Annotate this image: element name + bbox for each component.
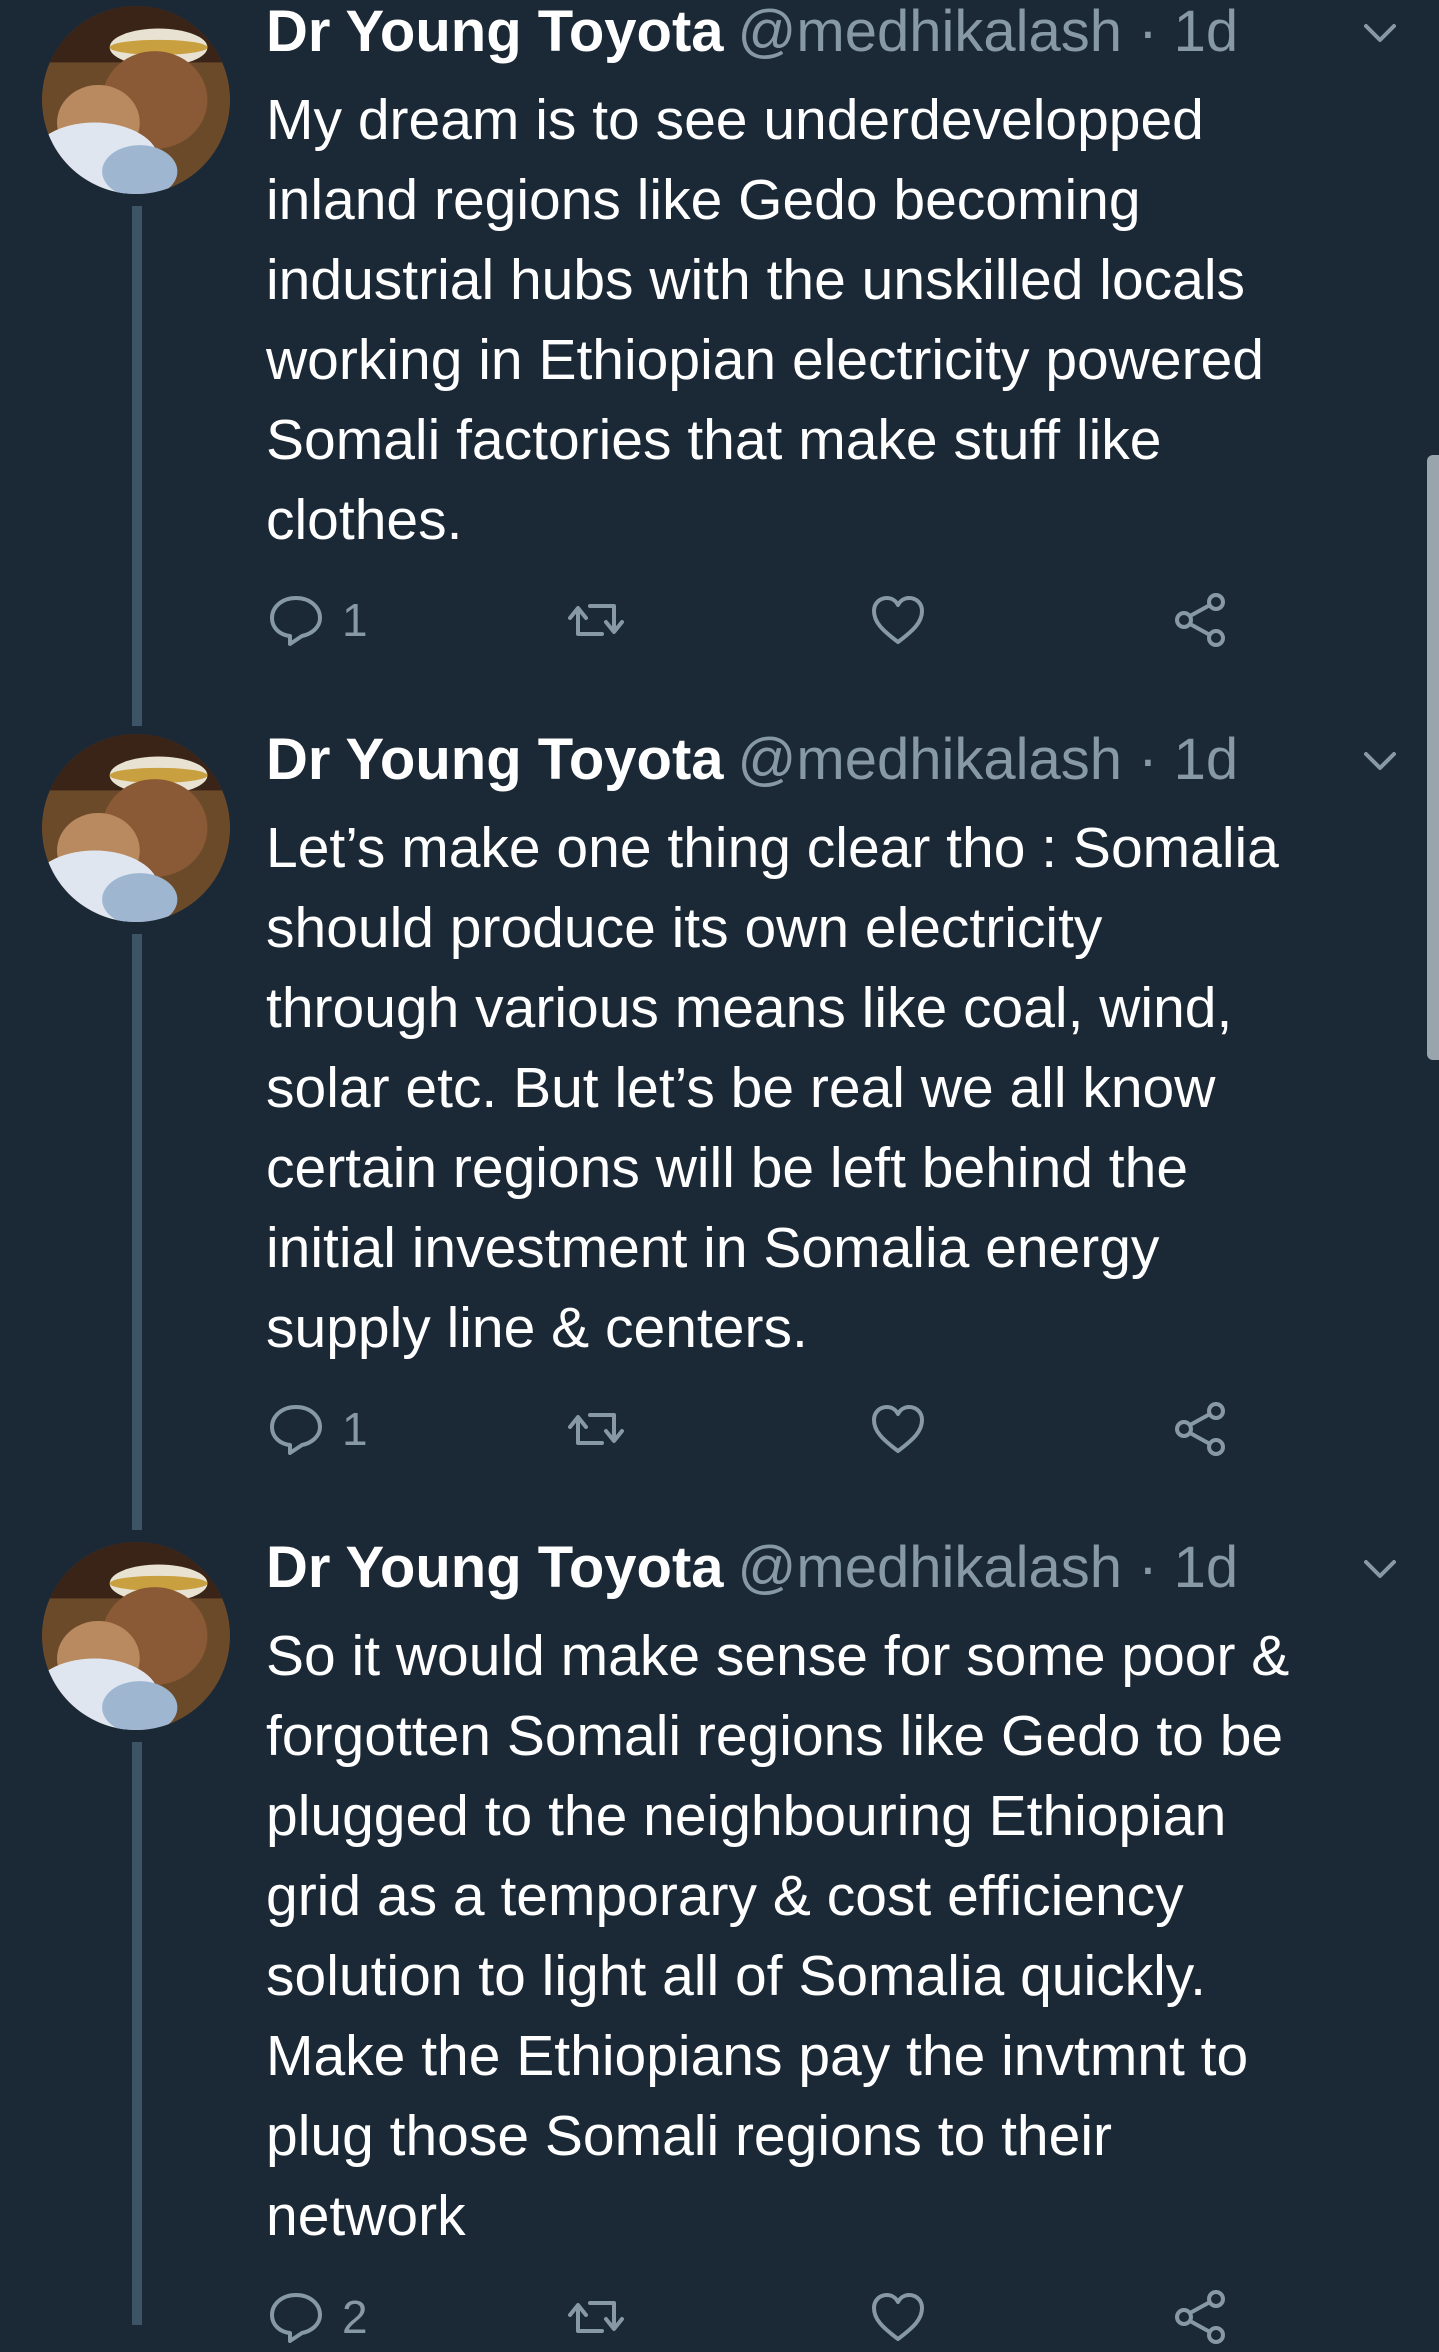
reply-icon [270,596,322,646]
tweet-text-line: network [266,2184,466,2248]
tweet-text-line: inland regions like Gedo becoming [266,168,1141,232]
tweet-text-line: plugged to the neighbouring Ethiopian [266,1784,1227,1848]
chevron-down-icon[interactable] [1360,1550,1400,1590]
tweet[interactable]: Dr Young Toyota @medhikalash · 1d Let’s m… [0,728,1439,1518]
tweet-text-line: clothes. [266,488,463,552]
user-handle[interactable]: @medhikalash [738,727,1123,792]
retweet-button[interactable] [566,2282,642,2352]
tweet-header: Dr Young Toyota @medhikalash · 1d [266,1536,1238,1600]
separator: · [1138,0,1158,64]
tweet-text-line: grid as a temporary & cost efficiency [266,1864,1184,1928]
reply-button[interactable]: 1 [266,585,368,655]
tweet-text-line: So it would make sense for some poor & [266,1624,1290,1688]
tweet[interactable]: Dr Young Toyota @medhikalash · 1d So it w… [0,1536,1439,2344]
tweet-text-line: should produce its own electricity [266,896,1103,960]
avatar[interactable] [42,1542,230,1730]
share-icon [1175,2290,1225,2344]
share-button[interactable] [1170,2282,1230,2352]
tweet-text-line: through various means like coal, wind, [266,976,1233,1040]
tweet-actions: 2 [266,2282,1266,2352]
share-icon [1175,593,1225,647]
avatar[interactable] [42,734,230,922]
retweet-icon [568,1413,624,1445]
display-name[interactable]: Dr Young Toyota [266,0,724,64]
like-icon [872,1405,924,1453]
avatar-photo [42,1542,230,1730]
retweet-button[interactable] [566,1394,642,1464]
share-icon [1175,1402,1225,1456]
tweet-text: So it would make sense for some poor & f… [266,1616,1386,2256]
tweet-text: Let’s make one thing clear tho : Somalia… [266,808,1386,1368]
display-name[interactable]: Dr Young Toyota [266,1535,724,1600]
tweet-text-line: solar etc. But let’s be real we all know [266,1056,1216,1120]
tweet-text-line: supply line & centers. [266,1296,808,1360]
tweet-text-line: plug those Somali regions to their [266,2104,1112,2168]
like-button[interactable] [868,2282,944,2352]
tweet-text-line: industrial hubs with the unskilled local… [266,248,1246,312]
reply-count: 1 [342,594,368,646]
tweet-text-line: initial investment in Somalia energy [266,1216,1160,1280]
timestamp[interactable]: 1d [1174,1535,1239,1600]
avatar[interactable] [42,6,230,194]
reply-icon [270,2293,322,2343]
tweet-text-line: My dream is to see underdevelopped [266,88,1204,152]
avatar-photo [42,6,230,194]
like-icon [872,596,924,644]
tweet-header: Dr Young Toyota @medhikalash · 1d [266,0,1238,64]
tweet-text-line: Make the Ethiopians pay the invtmnt to [266,2024,1249,2088]
like-icon [872,2293,924,2341]
share-button[interactable] [1170,585,1230,655]
tweet-text-line: certain regions will be left behind the [266,1136,1189,1200]
tweet-text-line: solution to light all of Somalia quickly… [266,1944,1206,2008]
like-button[interactable] [868,585,944,655]
avatar-photo [42,734,230,922]
timestamp[interactable]: 1d [1174,727,1239,792]
retweet-icon [568,604,624,636]
chevron-down-icon[interactable] [1360,742,1400,782]
reply-count: 2 [342,2291,368,2343]
chevron-down-icon[interactable] [1360,14,1400,54]
reply-icon [270,1405,322,1455]
tweet-actions: 1 [266,585,1266,655]
like-button[interactable] [868,1394,944,1464]
reply-count: 1 [342,1403,368,1455]
reply-button[interactable]: 2 [266,2282,368,2352]
tweet-text-line: Somali factories that make stuff like [266,408,1162,472]
separator: · [1138,1535,1158,1600]
tweet-text-line: forgotten Somali regions like Gedo to be [266,1704,1284,1768]
tweet[interactable]: Dr Young Toyota @medhikalash · 1d My drea… [0,0,1439,700]
tweet-text-line: working in Ethiopian electricity powered [266,328,1265,392]
display-name[interactable]: Dr Young Toyota [266,727,724,792]
user-handle[interactable]: @medhikalash [738,0,1123,64]
separator: · [1138,727,1158,792]
tweet-text-line: Let’s make one thing clear tho : Somalia [266,816,1279,880]
share-button[interactable] [1170,1394,1230,1464]
user-handle[interactable]: @medhikalash [738,1535,1123,1600]
reply-button[interactable]: 1 [266,1394,368,1464]
timestamp[interactable]: 1d [1174,0,1239,64]
tweet-header: Dr Young Toyota @medhikalash · 1d [266,728,1238,792]
retweet-icon [568,2301,624,2333]
retweet-button[interactable] [566,585,642,655]
tweet-text: My dream is to see underdevelopped inlan… [266,80,1386,560]
tweet-actions: 1 [266,1394,1266,1464]
